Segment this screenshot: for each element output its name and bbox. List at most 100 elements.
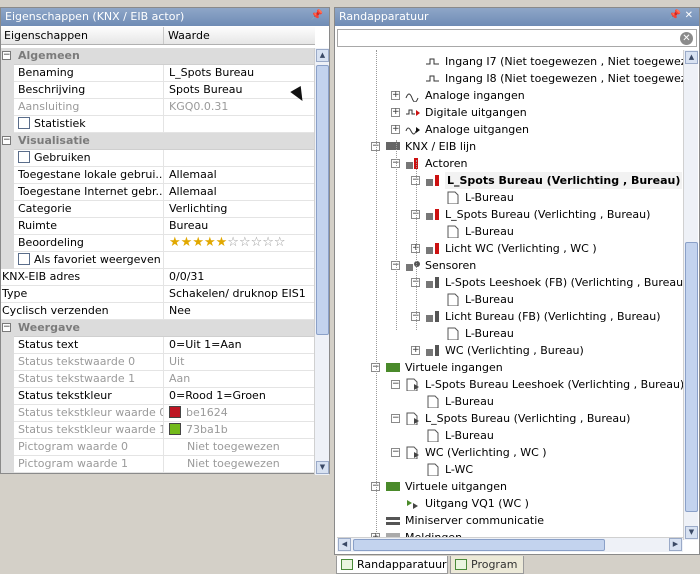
scroll-up-icon[interactable]: ▲ (685, 51, 698, 64)
property-value[interactable]: Niet toegewezen (165, 456, 315, 473)
property-value[interactable]: Uit (165, 354, 315, 371)
property-value[interactable]: 73ba1b (165, 422, 315, 439)
tree-item[interactable]: L-Bureau (335, 427, 683, 444)
tab-randapparatuur[interactable]: Randapparatuur (336, 556, 448, 574)
tree-item[interactable]: − L_Spots Bureau (Verlichting , Bureau) (335, 172, 683, 189)
column-header-value[interactable]: Waarde (165, 27, 315, 44)
property-value[interactable]: 0=Uit 1=Aan (165, 337, 315, 354)
scroll-thumb[interactable] (316, 65, 329, 335)
checkbox[interactable] (18, 151, 30, 163)
collapse-icon[interactable]: − (391, 380, 400, 389)
property-row[interactable]: Beschrijving Spots Bureau (1, 82, 315, 99)
properties-vertical-scrollbar[interactable]: ▲ ▼ (314, 48, 329, 475)
star-filled-icon[interactable]: ★ (192, 235, 204, 250)
checkbox[interactable] (18, 117, 30, 129)
star-empty-icon[interactable]: ☆ (239, 235, 251, 250)
star-empty-icon[interactable]: ☆ (262, 235, 274, 250)
close-icon[interactable]: ✕ (685, 10, 693, 21)
collapse-group-icon[interactable]: − (2, 136, 11, 145)
property-value[interactable]: Aan (165, 371, 315, 388)
tree-item[interactable]: − Virtuele ingangen (335, 359, 683, 376)
property-value[interactable]: Bureau (165, 218, 315, 235)
property-value[interactable] (165, 116, 315, 133)
expand-icon[interactable]: + (391, 108, 400, 117)
property-row[interactable]: Ruimte Bureau (1, 218, 315, 235)
tree-item[interactable]: − Licht Bureau (FB) (Verlichting , Bureau… (335, 308, 683, 325)
property-value[interactable]: ★★★★★☆☆☆☆☆ (165, 235, 315, 252)
collapse-group-icon[interactable]: − (2, 51, 11, 60)
tree-item[interactable]: + Analoge uitgangen (335, 121, 683, 138)
tree-item[interactable]: Uitgang VQ1 (WC ) (335, 495, 683, 512)
tree-item[interactable]: − Sensoren (335, 257, 683, 274)
property-row[interactable]: Pictogram waarde 1 Niet toegewezen (1, 456, 315, 473)
property-row[interactable]: Type Schakelen/ druknop EIS1 (1, 286, 315, 303)
tree-item[interactable]: L-Bureau (335, 189, 683, 206)
scroll-down-icon[interactable]: ▼ (316, 461, 329, 474)
tree-item[interactable]: + WC (Verlichting , Bureau) (335, 342, 683, 359)
property-value[interactable] (165, 252, 315, 269)
property-value[interactable]: Allemaal (165, 184, 315, 201)
tree-item[interactable]: Ingang I8 (Niet toegewezen , Niet toegew… (335, 70, 683, 87)
tree-item[interactable]: − Virtuele uitgangen (335, 478, 683, 495)
color-swatch[interactable] (169, 423, 181, 435)
tree-item[interactable]: − L_Spots Bureau (Verlichting , Bureau) (335, 410, 683, 427)
property-group-row[interactable]: − Weergave (1, 320, 315, 337)
property-row[interactable]: Status tekstwaarde 0 Uit (1, 354, 315, 371)
property-row[interactable]: Status tekstwaarde 1 Aan (1, 371, 315, 388)
search-input[interactable]: ✕ (337, 29, 697, 47)
tree-item[interactable]: Miniserver communicatie (335, 512, 683, 529)
property-value[interactable]: 0=Rood 1=Groen (165, 388, 315, 405)
property-row[interactable]: Categorie Verlichting (1, 201, 315, 218)
tree-item[interactable]: L-Bureau (335, 393, 683, 410)
property-value[interactable]: Niet toegewezen (165, 439, 315, 456)
star-filled-icon[interactable]: ★ (181, 235, 193, 250)
tree-item[interactable]: − L-Spots Leeshoek (FB) (Verlichting , Bu… (335, 274, 683, 291)
tree-item[interactable]: L-WC (335, 461, 683, 478)
property-row[interactable]: Statistiek (1, 116, 315, 133)
property-row[interactable]: Cyclisch verzenden Nee (1, 303, 315, 320)
property-row[interactable]: Benaming L_Spots Bureau (1, 65, 315, 82)
property-group-row[interactable]: − Algemeen (1, 48, 315, 65)
tree-vertical-scrollbar[interactable]: ▲ ▼ (683, 50, 698, 540)
tab-program[interactable]: Program (450, 556, 524, 574)
property-row[interactable]: Pictogram waarde 0 Niet toegewezen (1, 439, 315, 456)
tree-item[interactable]: Ingang I7 (Niet toegewezen , Niet toegew… (335, 53, 683, 70)
tree-item[interactable]: L-Bureau (335, 291, 683, 308)
tree-item[interactable]: − L_Spots Bureau (Verlichting , Bureau) (335, 206, 683, 223)
tree-item[interactable]: + Digitale uitgangen (335, 104, 683, 121)
tree-item[interactable]: + Analoge ingangen (335, 87, 683, 104)
expand-icon[interactable]: + (411, 346, 420, 355)
property-value[interactable]: Verlichting (165, 201, 315, 218)
property-value[interactable]: Allemaal (165, 167, 315, 184)
collapse-icon[interactable]: − (391, 448, 400, 457)
tree-item[interactable]: − L-Spots Bureau Leeshoek (Verlichting , … (335, 376, 683, 393)
star-filled-icon[interactable]: ★ (204, 235, 216, 250)
property-row[interactable]: Status tekstkleur waarde 0 be1624 (1, 405, 315, 422)
collapse-icon[interactable]: − (391, 414, 400, 423)
property-row[interactable]: KNX-EIB adres 0/0/31 (1, 269, 315, 286)
rating-stars[interactable]: ★★★★★☆☆☆☆☆ (169, 235, 286, 250)
tree-horizontal-scrollbar[interactable]: ◀ ▶ (337, 537, 683, 552)
expand-icon[interactable]: + (391, 91, 400, 100)
scroll-up-icon[interactable]: ▲ (316, 49, 329, 62)
property-row[interactable]: Als favoriet weergeven (1, 252, 315, 269)
pin-icon[interactable]: 📌 (311, 10, 323, 21)
property-row[interactable]: Toegestane Internet gebr... Allemaal (1, 184, 315, 201)
property-value[interactable]: Schakelen/ druknop EIS1 (165, 286, 315, 303)
scroll-thumb[interactable] (353, 539, 605, 551)
property-row[interactable]: Status text 0=Uit 1=Aan (1, 337, 315, 354)
checkbox[interactable] (18, 253, 30, 265)
property-group-row[interactable]: − Visualisatie (1, 133, 315, 150)
property-value[interactable]: Nee (165, 303, 315, 320)
property-row[interactable]: Aansluiting KGQ0.0.31 (1, 99, 315, 116)
tree-item[interactable]: − KNX / EIB lijn (335, 138, 683, 155)
scroll-right-icon[interactable]: ▶ (669, 538, 682, 551)
property-row[interactable]: Status tekstkleur waarde 1 73ba1b (1, 422, 315, 439)
tree-item[interactable]: L-Bureau (335, 325, 683, 342)
property-row[interactable]: Beoordeling ★★★★★☆☆☆☆☆ (1, 235, 315, 252)
star-filled-icon[interactable]: ★ (169, 235, 181, 250)
star-empty-icon[interactable]: ☆ (251, 235, 263, 250)
tree-item[interactable]: − WC (Verlichting , WC ) (335, 444, 683, 461)
clear-search-icon[interactable]: ✕ (680, 32, 693, 45)
property-row[interactable]: Toegestane lokale gebrui... Allemaal (1, 167, 315, 184)
